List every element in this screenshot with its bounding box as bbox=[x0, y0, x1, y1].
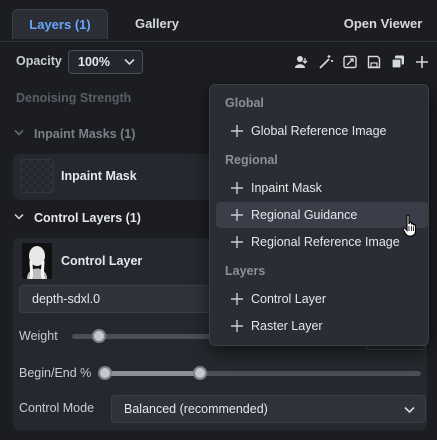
menu-item-regional-reference-image[interactable]: Regional Reference Image bbox=[216, 229, 428, 255]
add-layer-icon[interactable] bbox=[414, 54, 430, 70]
menu-group-global: Global bbox=[225, 96, 264, 110]
denoising-strength-label: Denoising Strength bbox=[16, 91, 132, 105]
menu-item-control-layer[interactable]: Control Layer bbox=[216, 286, 428, 312]
tab-layers[interactable]: Layers (1) bbox=[12, 9, 108, 39]
tab-gallery[interactable]: Gallery bbox=[124, 9, 190, 39]
chevron-down-icon bbox=[124, 58, 135, 66]
inpaint-mask-title: Inpaint Mask bbox=[61, 169, 137, 183]
menu-item-inpaint-mask[interactable]: Inpaint Mask bbox=[216, 175, 428, 201]
control-mode-value: Balanced (recommended) bbox=[124, 402, 268, 416]
plus-icon bbox=[231, 320, 243, 332]
magic-wand-icon[interactable] bbox=[318, 54, 334, 70]
chevron-down-icon bbox=[14, 129, 24, 136]
menu-item-label: Regional Guidance bbox=[251, 208, 358, 222]
menu-item-global-reference-image[interactable]: Global Reference Image bbox=[216, 118, 428, 144]
plus-icon bbox=[231, 125, 243, 137]
menu-item-label: Regional Reference Image bbox=[251, 235, 400, 249]
hand-pointer-cursor-icon bbox=[402, 214, 417, 237]
menu-item-label: Global Reference Image bbox=[251, 124, 387, 138]
control-mode-select[interactable]: Balanced (recommended) bbox=[111, 395, 426, 423]
plus-icon bbox=[231, 293, 243, 305]
fit-to-bbox-icon[interactable] bbox=[342, 54, 358, 70]
open-viewer-button[interactable]: Open Viewer bbox=[338, 9, 428, 39]
menu-item-raster-layer[interactable]: Raster Layer bbox=[216, 313, 428, 339]
menu-group-regional: Regional bbox=[225, 153, 278, 167]
duplicate-icon[interactable] bbox=[390, 54, 406, 70]
tab-bar: Layers (1) Gallery Open Viewer bbox=[0, 0, 437, 42]
opacity-label: Opacity bbox=[16, 54, 62, 68]
plus-icon bbox=[231, 182, 243, 194]
save-icon[interactable] bbox=[366, 54, 382, 70]
control-mode-label: Control Mode bbox=[19, 401, 95, 415]
depth-map-thumbnail bbox=[22, 243, 52, 279]
begin-end-label: Begin/End % bbox=[19, 366, 92, 380]
menu-item-label: Raster Layer bbox=[251, 319, 323, 333]
control-layers-title: Control Layers (1) bbox=[34, 211, 141, 225]
add-layer-menu: Global Global Reference Image Regional I… bbox=[209, 84, 429, 346]
control-model-value: depth-sdxl.0 bbox=[32, 292, 101, 306]
opacity-select[interactable]: 100% bbox=[68, 50, 143, 74]
end-slider-thumb[interactable] bbox=[193, 366, 207, 380]
inpaint-mask-thumbnail bbox=[20, 159, 54, 193]
menu-item-label: Inpaint Mask bbox=[251, 181, 322, 195]
menu-group-layers: Layers bbox=[225, 264, 266, 278]
plus-icon bbox=[231, 209, 243, 221]
chevron-down-icon bbox=[404, 406, 415, 414]
control-layer-title: Control Layer bbox=[61, 254, 143, 268]
merge-people-icon[interactable] bbox=[294, 54, 310, 70]
chevron-down-icon bbox=[14, 213, 24, 220]
layers-toolbar: Opacity 100% bbox=[0, 46, 437, 78]
begin-slider-thumb[interactable] bbox=[98, 366, 112, 380]
opacity-value: 100% bbox=[78, 55, 110, 69]
weight-label: Weight bbox=[19, 329, 58, 343]
begin-end-range-fill bbox=[104, 371, 199, 376]
control-model-select[interactable]: depth-sdxl.0 bbox=[19, 285, 219, 313]
inpaint-masks-title: Inpaint Masks (1) bbox=[34, 127, 136, 141]
weight-slider-thumb[interactable] bbox=[92, 329, 106, 343]
menu-item-regional-guidance[interactable]: Regional Guidance bbox=[216, 202, 428, 228]
menu-item-label: Control Layer bbox=[251, 292, 327, 306]
plus-icon bbox=[231, 236, 243, 248]
